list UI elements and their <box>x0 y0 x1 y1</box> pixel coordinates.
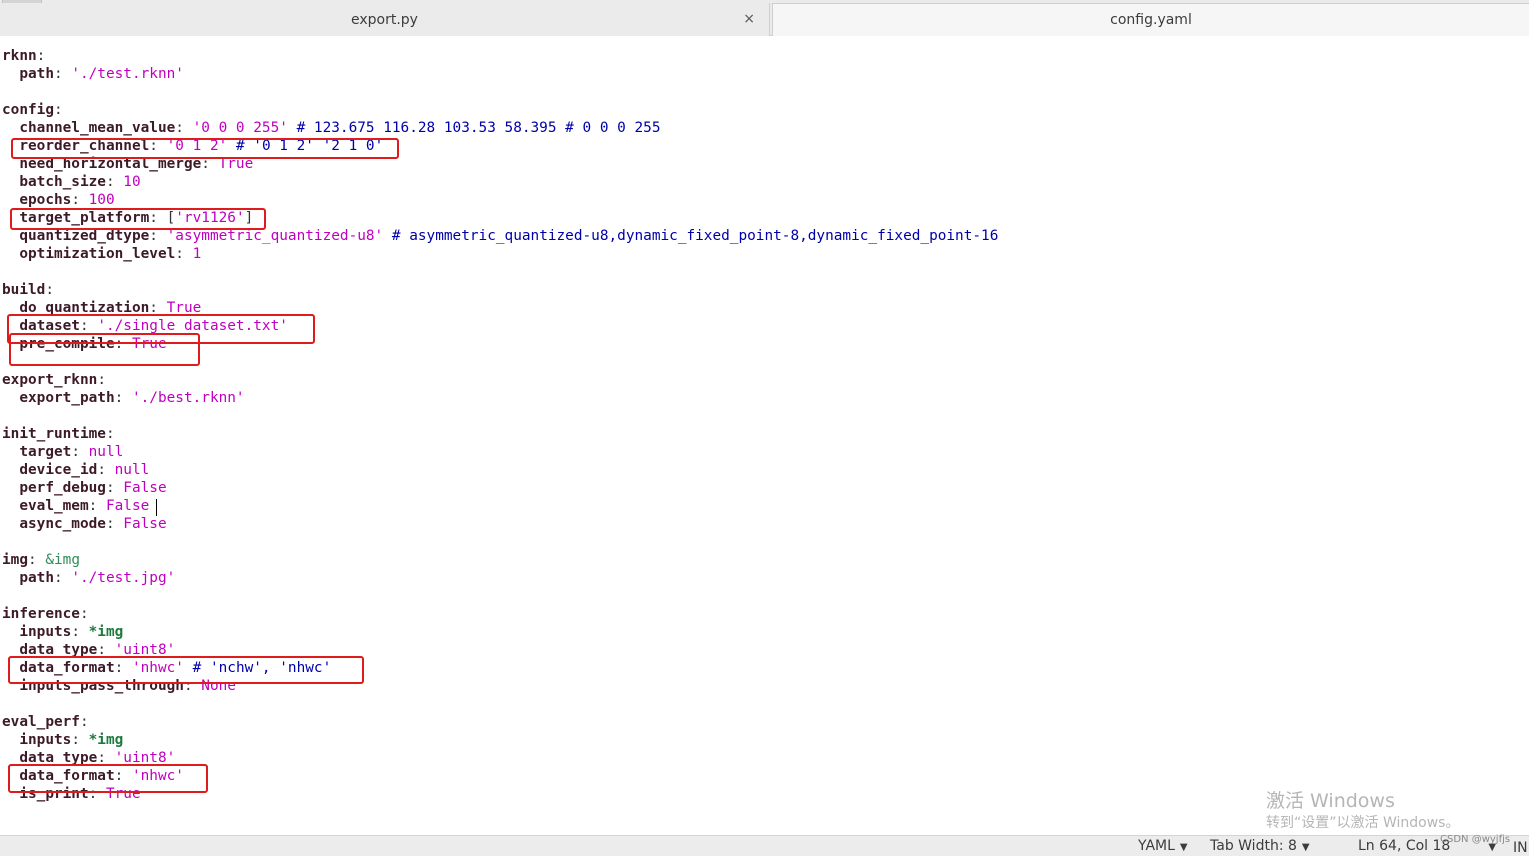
code-line: dataset: './single_dataset.txt' <box>19 318 288 334</box>
code-line: channel_mean_value: '0 0 0 255' # 123.67… <box>19 120 661 136</box>
code-editor[interactable]: rknn: path: './test.rknn' config: channe… <box>0 37 1529 835</box>
code-line: eval_mem: False <box>19 498 150 514</box>
chevron-down-icon: ▼ <box>1301 842 1310 853</box>
activation-watermark-subtitle: 转到“设置”以激活 Windows。 <box>1266 815 1460 831</box>
code-line: export_path: './best.rknn' <box>19 390 245 406</box>
language-selector[interactable]: YAML ▼ <box>1138 838 1188 854</box>
code-line: rknn: <box>2 48 46 64</box>
code-line: data_format: 'nhwc' <box>19 768 184 784</box>
tab-width-selector[interactable]: Tab Width: 8 ▼ <box>1210 838 1310 854</box>
code-line: path: './test.jpg' <box>19 570 176 586</box>
code-line: target: null <box>19 444 124 460</box>
code-line: path: './test.rknn' <box>19 66 184 82</box>
code-line: async_mode: False <box>19 516 167 532</box>
code-line: init_runtime: <box>2 426 115 442</box>
tab-label: export.py <box>351 11 418 28</box>
code-line: optimization_level: 1 <box>19 246 202 262</box>
close-icon[interactable]: × <box>743 11 755 27</box>
code-line: need_horizontal_merge: True <box>19 156 254 172</box>
insert-mode[interactable]: IN <box>1513 840 1528 856</box>
code-line: build: <box>2 282 54 298</box>
tab-export-py[interactable]: export.py × <box>0 3 770 36</box>
code-line: perf_debug: False <box>19 480 167 496</box>
tab-label: config.yaml <box>1110 12 1192 28</box>
code-line: batch_size: 10 <box>19 174 141 190</box>
tab-config-yaml[interactable]: config.yaml <box>772 3 1529 36</box>
code-line: inputs_pass_through: None <box>19 678 236 694</box>
csdn-watermark: CSDN @wyjfjs <box>1440 834 1511 845</box>
code-line: data_type: 'uint8' <box>19 750 176 766</box>
code-line: target_platform: ['rv1126'] <box>19 210 254 226</box>
code-line: data_type: 'uint8' <box>19 642 176 658</box>
code-line: reorder_channel: '0 1 2' # '0 1 2' '2 1 … <box>19 138 384 154</box>
code-line: pre_compile: True <box>19 336 167 352</box>
code-line: do_quantization: True <box>19 300 202 316</box>
code-line: epochs: 100 <box>19 192 115 208</box>
code-line: img: &img <box>2 552 80 568</box>
tab-bar: export.py × config.yaml <box>0 0 1529 36</box>
cursor-position-label: Ln 64, Col 18 <box>1358 838 1451 854</box>
code-line: inputs: *img <box>19 732 124 748</box>
code-line: device_id: null <box>19 462 150 478</box>
chevron-down-icon: ▼ <box>1179 842 1188 853</box>
code-line: data_format: 'nhwc' # 'nchw', 'nhwc' <box>19 660 332 676</box>
code-line: config: <box>2 102 63 118</box>
code-line: export_rknn: <box>2 372 106 388</box>
code-line: quantized_dtype: 'asymmetric_quantized-u… <box>19 228 999 244</box>
tab-width-label: Tab Width: 8 <box>1210 838 1297 854</box>
code-line: inference: <box>2 606 89 622</box>
activation-watermark-title: 激活 Windows <box>1266 790 1395 812</box>
status-bar: YAML ▼ Tab Width: 8 ▼ Ln 64, Col 18 ▼ IN <box>0 835 1529 856</box>
text-cursor <box>156 499 157 516</box>
code-line: inputs: *img <box>19 624 124 640</box>
code-line: eval_perf: <box>2 714 89 730</box>
language-label: YAML <box>1138 838 1175 854</box>
code-line: is_print: True <box>19 786 141 802</box>
